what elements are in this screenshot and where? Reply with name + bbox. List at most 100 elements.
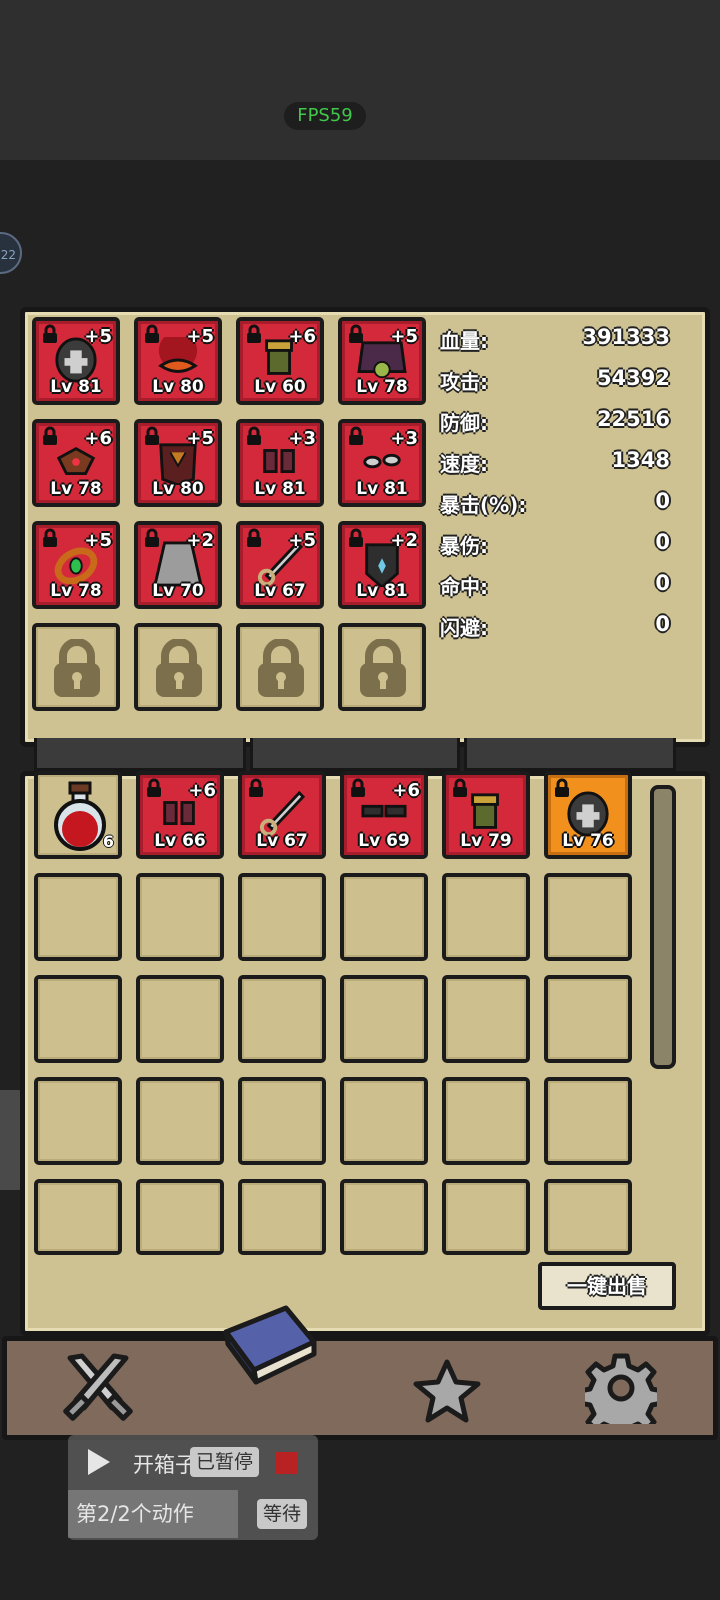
empty-inventory-slot[interactable] xyxy=(34,1179,122,1255)
star-icon[interactable] xyxy=(412,1358,482,1424)
empty-inventory-slot[interactable] xyxy=(238,873,326,961)
empty-inventory-slot[interactable] xyxy=(136,1077,224,1165)
empty-inventory-slot[interactable] xyxy=(34,873,122,961)
stat-row: 暴击(%): 0 xyxy=(440,489,670,525)
empty-inventory-slot[interactable] xyxy=(340,1077,428,1165)
armor-slot[interactable]: +5 Lv 78 xyxy=(338,317,426,405)
enhance-level: +5 xyxy=(186,326,214,347)
swords-icon[interactable] xyxy=(58,1350,138,1426)
stat-label: 攻击: xyxy=(440,370,488,394)
skirt-slot[interactable]: +2 Lv 70 xyxy=(134,521,222,609)
side-badge[interactable]: 22 xyxy=(0,232,22,274)
potion-icon xyxy=(54,781,106,851)
gloves-slot[interactable]: Lv 79 xyxy=(442,771,530,859)
empty-inventory-slot[interactable] xyxy=(340,873,428,961)
stat-label: 闪避: xyxy=(440,616,488,640)
sword-slot[interactable]: Lv 67 xyxy=(238,771,326,859)
empty-inventory-slot[interactable] xyxy=(238,1179,326,1255)
stop-icon[interactable] xyxy=(276,1452,298,1474)
locked-equipment-slot[interactable] xyxy=(32,623,120,711)
earrings-slot[interactable]: +3 Lv 81 xyxy=(338,419,426,507)
ring-slot[interactable]: +5 Lv 78 xyxy=(32,521,120,609)
tab-strip-1[interactable] xyxy=(34,738,246,771)
inventory-scrollbar[interactable] xyxy=(650,785,676,1069)
stat-value: 1348 xyxy=(611,448,670,472)
enhance-level: +6 xyxy=(392,780,420,801)
stat-label: 血量: xyxy=(440,329,488,353)
wait-button[interactable]: 等待 xyxy=(257,1499,308,1529)
locked-equipment-slot[interactable] xyxy=(338,623,426,711)
gloves-slot[interactable]: +6 Lv 60 xyxy=(236,317,324,405)
enhance-level: +5 xyxy=(288,530,316,551)
empty-inventory-slot[interactable] xyxy=(238,1077,326,1165)
enhance-level: +5 xyxy=(84,326,112,347)
item-level: Lv 79 xyxy=(460,831,512,851)
empty-inventory-slot[interactable] xyxy=(340,975,428,1063)
locked-slot-icon xyxy=(156,639,202,697)
enhance-level: +6 xyxy=(188,780,216,801)
empty-inventory-slot[interactable] xyxy=(442,1077,530,1165)
shield-slot[interactable]: +2 Lv 81 xyxy=(338,521,426,609)
empty-inventory-slot[interactable] xyxy=(34,1077,122,1165)
enhance-level: +3 xyxy=(390,428,418,449)
stat-label: 暴击(%): xyxy=(440,493,527,517)
enhance-level: +5 xyxy=(390,326,418,347)
sell-all-button[interactable]: 一键出售 xyxy=(538,1262,676,1310)
item-level: Lv 80 xyxy=(152,377,204,397)
helmet-slot[interactable]: Lv 76 xyxy=(544,771,632,859)
boots-slot[interactable]: +6 Lv 66 xyxy=(136,771,224,859)
empty-inventory-slot[interactable] xyxy=(544,873,632,961)
item-level: Lv 81 xyxy=(50,377,102,397)
helmet-slot[interactable]: +5 Lv 81 xyxy=(32,317,120,405)
empty-inventory-slot[interactable] xyxy=(442,975,530,1063)
item-level: Lv 67 xyxy=(254,581,306,601)
locked-slot-icon xyxy=(258,639,304,697)
empty-inventory-slot[interactable] xyxy=(544,1077,632,1165)
enhance-level: +5 xyxy=(186,428,214,449)
tab-strip-2[interactable] xyxy=(250,738,460,771)
locked-equipment-slot[interactable] xyxy=(134,623,222,711)
enhance-level: +6 xyxy=(84,428,112,449)
empty-inventory-slot[interactable] xyxy=(136,873,224,961)
item-level: Lv 67 xyxy=(256,831,308,851)
item-level: Lv 76 xyxy=(562,831,614,851)
stat-value: 54392 xyxy=(596,366,670,390)
book-icon[interactable] xyxy=(218,1300,322,1390)
item-level: Lv 81 xyxy=(356,581,408,601)
play-icon[interactable] xyxy=(88,1449,110,1475)
enhance-level: +2 xyxy=(390,530,418,551)
amulet-slot[interactable]: +6 Lv 78 xyxy=(32,419,120,507)
locked-slot-icon xyxy=(360,639,406,697)
boots-slot[interactable]: +3 Lv 81 xyxy=(236,419,324,507)
stat-row: 暴伤: 0 xyxy=(440,530,670,566)
empty-inventory-slot[interactable] xyxy=(544,1179,632,1255)
empty-inventory-slot[interactable] xyxy=(34,975,122,1063)
enhance-level: +6 xyxy=(288,326,316,347)
empty-inventory-slot[interactable] xyxy=(136,1179,224,1255)
cape-slot[interactable]: +5 Lv 80 xyxy=(134,419,222,507)
stat-label: 暴伤: xyxy=(440,534,488,558)
enhance-level: +5 xyxy=(84,530,112,551)
potion-slot[interactable]: 6 xyxy=(34,771,122,859)
empty-inventory-slot[interactable] xyxy=(442,873,530,961)
bracers-slot[interactable]: +6 Lv 69 xyxy=(340,771,428,859)
item-level: Lv 78 xyxy=(50,581,102,601)
mask-slot[interactable]: +5 Lv 80 xyxy=(134,317,222,405)
empty-inventory-slot[interactable] xyxy=(442,1179,530,1255)
empty-inventory-slot[interactable] xyxy=(136,975,224,1063)
paused-badge: 已暂停 xyxy=(190,1447,260,1477)
stat-value: 0 xyxy=(655,489,670,513)
locked-equipment-slot[interactable] xyxy=(236,623,324,711)
step-counter: 第2/2个动作 xyxy=(68,1490,238,1538)
tab-strip-3[interactable] xyxy=(464,738,676,771)
sword-slot[interactable]: +5 Lv 67 xyxy=(236,521,324,609)
empty-inventory-slot[interactable] xyxy=(238,975,326,1063)
status-bar: FPS59 xyxy=(0,0,720,160)
stat-value: 22516 xyxy=(596,407,670,431)
gear-icon[interactable] xyxy=(585,1352,657,1424)
stat-value: 0 xyxy=(655,530,670,554)
stat-row: 速度: 1348 xyxy=(440,448,670,484)
empty-inventory-slot[interactable] xyxy=(340,1179,428,1255)
empty-inventory-slot[interactable] xyxy=(544,975,632,1063)
automation-overlay: 开箱子 已暂停 第2/2个动作 等待 xyxy=(68,1435,318,1540)
